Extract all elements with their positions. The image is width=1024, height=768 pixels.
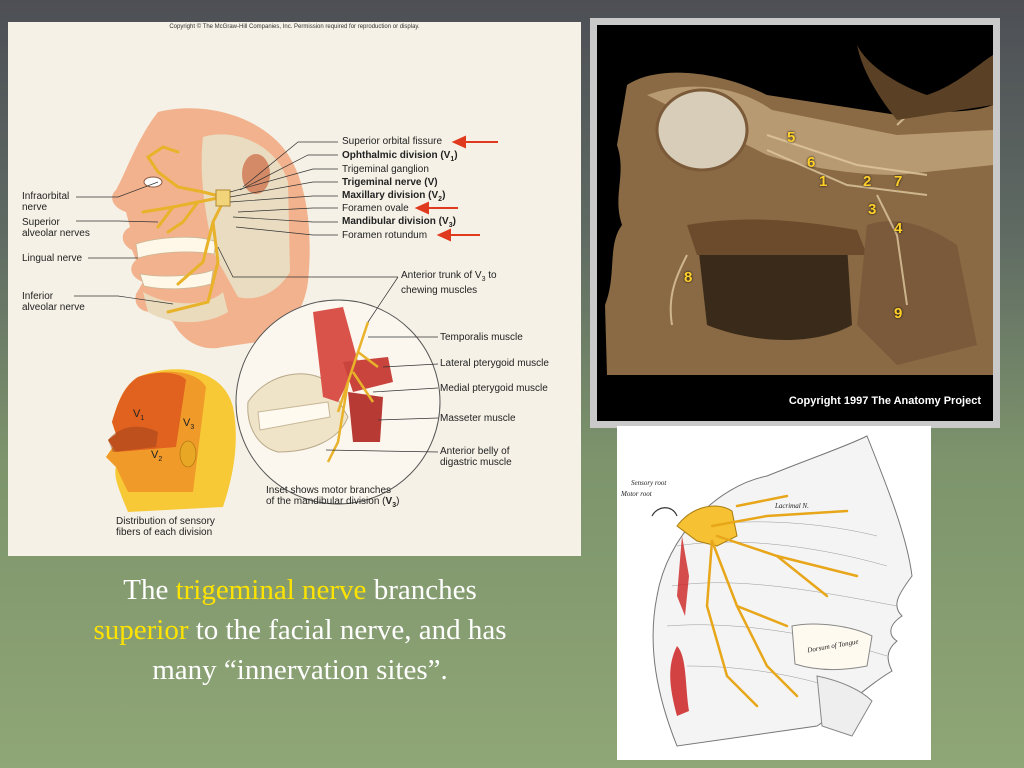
label-trigeminal-ganglion: Trigeminal ganglion [342, 164, 429, 175]
label-inferior-alveolar-nerve: Inferior alveolar nerve [22, 291, 85, 313]
gray-anatomy-figure: Sensory root Motor root Lacrimal N. Dors… [617, 426, 931, 760]
gray-label-motor-root: Motor root [621, 490, 652, 498]
gray-illustration [617, 426, 931, 760]
label-superior-alveolar-nerves: Superior alveolar nerves [22, 217, 90, 239]
eye [143, 176, 163, 188]
gray-label-lacrimal: Lacrimal N. [775, 502, 809, 510]
photo-number-2: 2 [863, 173, 872, 190]
photo-number-3: 3 [868, 201, 877, 218]
label-digastric: Anterior belly of digastric muscle [440, 446, 512, 468]
label-anterior-trunk: Anterior trunk of V3 to chewing muscles [401, 270, 497, 296]
label-lateral-pterygoid: Lateral pterygoid muscle [440, 358, 549, 369]
trigeminal-textbook-figure: Copyright © The McGraw-Hill Companies, I… [8, 22, 581, 556]
photo-number-7: 7 [894, 173, 903, 190]
label-masseter: Masseter muscle [440, 413, 516, 424]
sensory-caption: Distribution of sensory fibers of each di… [116, 516, 215, 538]
label-ophthalmic-division: Ophthalmic division (V1) [342, 150, 458, 163]
label-foramen-rotundum: Foramen rotundum [342, 230, 428, 241]
highlight-superior: superior [93, 614, 189, 646]
label-superior-orbital-fissure: Superior orbital fissure [342, 136, 443, 147]
label-medial-pterygoid: Medial pterygoid muscle [440, 383, 548, 394]
highlight-trigeminal-nerve: trigeminal nerve [175, 574, 367, 606]
photo-number-9: 9 [894, 305, 903, 322]
label-lingual-nerve: Lingual nerve [22, 253, 83, 264]
gray-label-sensory-root: Sensory root [631, 479, 667, 487]
photo-number-8: 8 [684, 269, 693, 286]
photo-number-6: 6 [807, 154, 816, 171]
label-temporalis: Temporalis muscle [440, 332, 523, 343]
photo-number-4: 4 [894, 220, 903, 237]
trigeminal-ganglion [215, 189, 231, 207]
label-v2: V2 [151, 449, 163, 464]
inset-caption: Inset shows motor branches of the mandibu… [266, 485, 400, 509]
ear [242, 154, 270, 194]
dissection-photo-frame: 5 6 1 2 7 3 4 8 9 Copyright 1997 The Ana… [590, 18, 1000, 428]
label-trigeminal-nerve: Trigeminal nerve (V) [342, 177, 438, 188]
dissection-illustration [597, 25, 993, 421]
label-foramen-ovale: Foramen ovale [342, 203, 409, 214]
ear-small [179, 440, 197, 468]
photo-number-5: 5 [787, 129, 796, 146]
label-v3: V3 [183, 417, 195, 432]
anatomy-project-copyright: Copyright 1997 The Anatomy Project [788, 395, 981, 407]
slide-caption: The trigeminal nerve branches superior t… [93, 574, 507, 686]
dissection-photo: 5 6 1 2 7 3 4 8 9 Copyright 1997 The Ana… [597, 25, 993, 421]
label-mandibular-division: Mandibular division (V3) [342, 216, 456, 229]
label-infraorbital-nerve: Infraorbital nerve [22, 191, 70, 213]
label-v1: V1 [133, 408, 145, 423]
inset-masseter [348, 392, 383, 442]
photo-number-1: 1 [819, 173, 828, 190]
